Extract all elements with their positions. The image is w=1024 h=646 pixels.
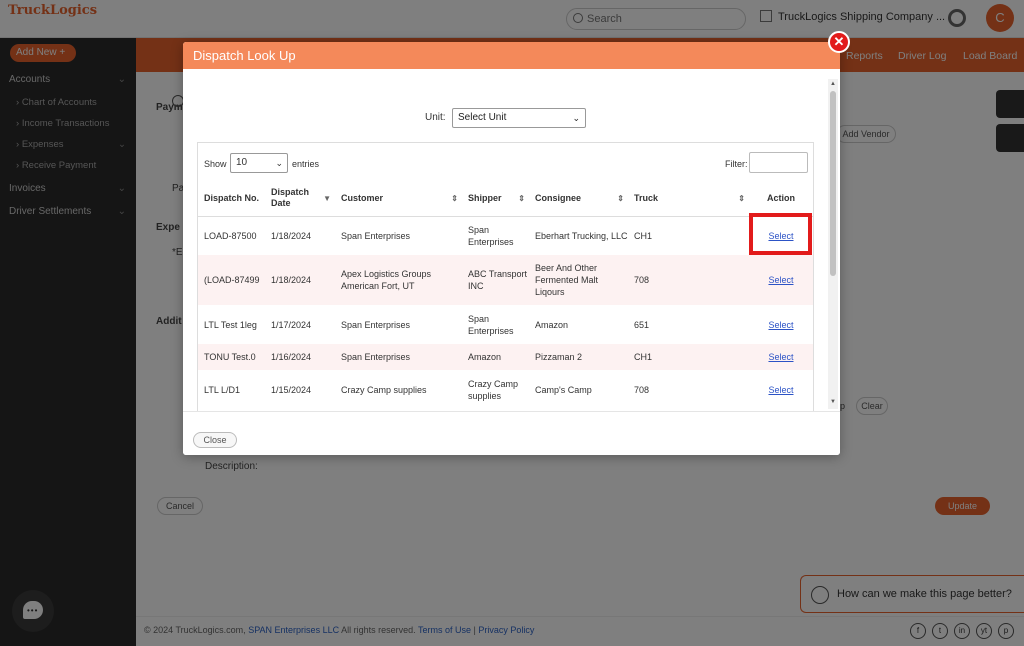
filter-label: Filter: (725, 159, 748, 169)
sort-icon: ⇕ (617, 194, 624, 203)
cell-consignee: Eberhart Trucking, LLC (535, 230, 628, 241)
col-shipper[interactable]: Shipper ⇕ (462, 181, 529, 217)
close-icon[interactable]: ✕ (828, 31, 850, 53)
cell-action: Select (749, 370, 813, 410)
select-link[interactable]: Select (768, 275, 793, 285)
col-dispatch-date[interactable]: Dispatch Date ▼ (265, 181, 335, 217)
cell-action: Select (749, 344, 813, 370)
table-row: LTL L/D1 1/15/2024 Crazy Camp supplies C… (198, 370, 813, 410)
cell-consignee: Beer And Other Fermented Malt Liqours (529, 255, 628, 305)
table-row: LOAD-87500 1/18/2024 Span Enterprises Sp… (198, 216, 813, 255)
col-action: Action (749, 181, 813, 217)
select-link[interactable]: Select (768, 320, 793, 330)
modal-scrollbar[interactable]: ▲ ▼ (828, 79, 838, 409)
modal-body: ▲ ▼ Unit: Select Unit ⌄ Show 10 ⌄ entrie… (183, 69, 840, 411)
column-header: Dispatch No. (204, 192, 260, 203)
dispatch-table-panel: Show 10 ⌄ entries Filter: Dispatch No. D… (197, 142, 814, 411)
cell-date: 1/18/2024 (265, 255, 335, 305)
filter-input[interactable] (749, 152, 808, 173)
select-link[interactable]: Select (768, 385, 793, 395)
column-header: Action (767, 192, 795, 203)
cell-customer: Span Enterprises (335, 344, 462, 370)
entries-select-value: 10 (236, 157, 248, 168)
cell-dispatch-no: LTL Test 1leg (204, 319, 257, 330)
unit-label: Unit: (425, 112, 446, 123)
table-row: TONU Test.0 1/16/2024 Span Enterprises A… (198, 344, 813, 370)
column-header: Truck (634, 192, 659, 203)
modal-title: Dispatch Look Up (183, 42, 840, 69)
close-button[interactable]: Close (193, 432, 237, 448)
column-header: Consignee (535, 192, 582, 203)
cell-truck: 708 (628, 255, 749, 305)
cell-truck: 708 (634, 385, 650, 395)
select-link[interactable]: Select (768, 352, 793, 362)
cell-consignee: Pizzaman 2 (529, 344, 628, 370)
dispatch-lookup-modal: Dispatch Look Up ▲ ▼ Unit: Select Unit ⌄… (183, 42, 840, 455)
select-highlight-box (749, 213, 812, 255)
chevron-down-icon: ⌄ (275, 158, 283, 168)
scroll-up-icon[interactable]: ▲ (830, 81, 836, 87)
entries-label: entries (292, 159, 320, 169)
sort-icon: ⇕ (451, 194, 458, 203)
cell-customer: Crazy Camp supplies (341, 385, 427, 395)
col-truck[interactable]: Truck ⇕ (628, 181, 749, 217)
sort-icon: ⇕ (518, 194, 525, 203)
cell-dispatch-no: TONU Test.0 (198, 344, 265, 370)
cell-date: 1/17/2024 (271, 319, 312, 330)
dispatch-table: Dispatch No. Dispatch Date ▼ Customer ⇕ Sh… (198, 181, 813, 410)
col-consignee[interactable]: Consignee ⇕ (529, 181, 628, 217)
cell-action: Select (749, 305, 813, 344)
unit-select-value: Select Unit (458, 112, 507, 123)
sort-icon: ⇕ (738, 194, 745, 203)
scroll-down-icon[interactable]: ▼ (830, 399, 836, 405)
chevron-down-icon: ⌄ (572, 113, 580, 123)
cell-date: 1/18/2024 (271, 230, 312, 241)
col-dispatch-no[interactable]: Dispatch No. (198, 181, 265, 217)
col-customer[interactable]: Customer ⇕ (335, 181, 462, 217)
cell-truck: 651 (634, 319, 650, 330)
table-row: (LOAD-87499 1/18/2024 Apex Logistics Gro… (198, 255, 813, 305)
table-header-row: Dispatch No. Dispatch Date ▼ Customer ⇕ Sh… (198, 181, 813, 217)
cell-date: 1/16/2024 (265, 344, 335, 370)
cell-shipper: Span Enterprises (468, 224, 514, 247)
cell-dispatch-no: LOAD-87500 (204, 230, 257, 241)
entries-per-page-select[interactable]: 10 ⌄ (230, 153, 288, 173)
unit-select[interactable]: Select Unit ⌄ (452, 108, 586, 128)
cell-dispatch-no: LTL L/D1 (204, 385, 241, 395)
scrollbar-thumb[interactable] (830, 91, 836, 276)
column-header: Customer (341, 192, 384, 203)
modal-footer: Close (183, 411, 840, 455)
cell-shipper: Crazy Camp supplies (468, 379, 519, 401)
cell-customer: Apex Logistics Groups American Fort, UT (335, 255, 462, 305)
cell-truck: CH1 (634, 230, 653, 241)
cell-customer: Span Enterprises (341, 319, 411, 330)
cell-truck: CH1 (628, 344, 749, 370)
show-label: Show (204, 159, 227, 169)
cell-consignee: Camp's Camp (535, 385, 592, 395)
cell-shipper: Span Enterprises (468, 313, 514, 336)
cell-shipper: ABC Transport INC (462, 255, 529, 305)
sort-desc-icon: ▼ (323, 194, 331, 203)
cell-consignee: Amazon (535, 319, 569, 330)
cell-shipper: Amazon (462, 344, 529, 370)
column-header: Dispatch Date (271, 187, 310, 209)
column-header: Shipper (468, 192, 502, 203)
cell-dispatch-no: (LOAD-87499 (198, 255, 265, 305)
table-row: LTL Test 1leg 1/17/2024 Span Enterprises… (198, 305, 813, 344)
cell-action: Select (749, 255, 813, 305)
cell-customer: Span Enterprises (341, 230, 411, 241)
cell-date: 1/15/2024 (271, 385, 312, 395)
